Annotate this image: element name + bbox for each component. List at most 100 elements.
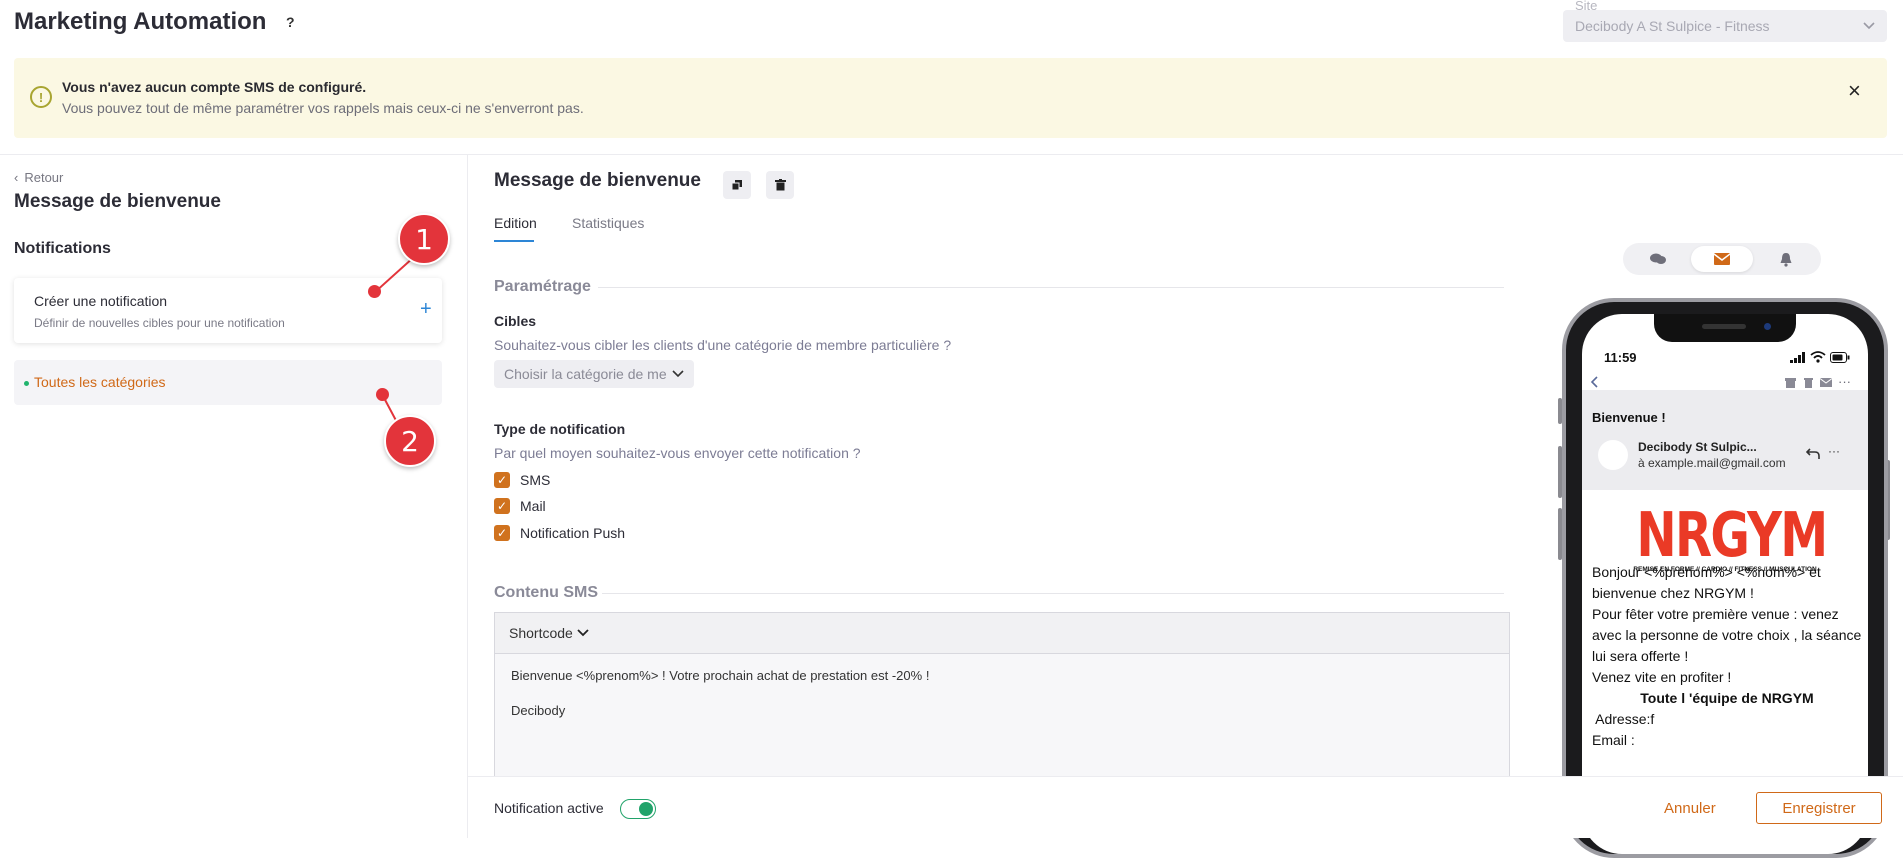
checkbox-push-label: Notification Push [520, 525, 626, 541]
shortcode-dropdown[interactable]: Shortcode [509, 625, 589, 641]
checkbox-mail[interactable]: ✓ Mail [494, 498, 546, 514]
trash-icon[interactable] [1804, 377, 1813, 388]
checkbox-push[interactable]: ✓ Notification Push [494, 525, 625, 541]
delete-button[interactable] [766, 171, 794, 199]
logo-text: NRGYM [1636, 499, 1828, 572]
toggle-knob [639, 802, 653, 816]
create-notification-subtitle: Définir de nouvelles cibles pour une not… [34, 316, 285, 330]
cibles-help: Souhaitez-vous cibler les clients d'une … [494, 337, 952, 353]
plus-icon[interactable]: + [420, 298, 432, 321]
sms-warning-alert: ! Vous n'avez aucun compte SMS de config… [14, 58, 1887, 138]
chat-bubbles-icon [1650, 253, 1666, 264]
battery-icon [1830, 352, 1850, 363]
create-notification-title: Créer une notification [34, 293, 168, 309]
save-button[interactable]: Enregistrer [1756, 792, 1882, 824]
bell-icon [1780, 252, 1792, 267]
notification-active-label: Notification active [494, 800, 604, 816]
sms-line: Bienvenue <%prenom%> ! Votre prochain ac… [511, 668, 930, 683]
shortcode-label: Shortcode [509, 625, 573, 641]
mail-subject: Bienvenue ! [1592, 410, 1666, 425]
back-link-label: Retour [24, 170, 64, 185]
alert-title: Vous n'avez aucun compte SMS de configur… [62, 79, 367, 95]
tab-edition[interactable]: Edition [494, 215, 537, 231]
phone-screen: 11:59 ··· Bienvenue ! Decibody St Sulpic… [1582, 314, 1868, 854]
automation-title: Message de bienvenue [14, 191, 221, 212]
cibles-label: Cibles [494, 313, 537, 329]
chevron-down-icon [672, 370, 684, 378]
archive-icon[interactable] [1785, 378, 1796, 388]
checkbox-sms[interactable]: ✓ SMS [494, 472, 550, 488]
sms-editor: Shortcode Bienvenue <%prenom%> ! Votre p… [494, 612, 1510, 777]
left-panel: ‹ Retour Message de bienvenue Notificatio… [0, 155, 468, 838]
copy-icon [731, 180, 742, 191]
trash-icon [774, 179, 786, 191]
checkbox-mail-label: Mail [520, 498, 546, 514]
tab-statistiques[interactable]: Statistiques [572, 215, 644, 231]
mail-body: Bonjour <%prenom%> <%nom%> et bienvenue … [1592, 562, 1862, 751]
tab-preview-push[interactable] [1755, 246, 1817, 272]
editor-toolbar: Shortcode [495, 613, 1509, 654]
message-title: Message de bienvenue [494, 170, 701, 191]
chevron-down-icon [1863, 22, 1875, 30]
checkmark-icon: ✓ [494, 525, 510, 541]
cancel-button[interactable]: Annuler [1664, 800, 1716, 817]
parametrage-heading: Paramétrage [494, 278, 591, 295]
category-select-value: Choisir la catégorie de me [504, 366, 667, 382]
sms-text-area[interactable]: Bienvenue <%prenom%> ! Votre prochain ac… [495, 654, 1509, 777]
status-dot [24, 381, 29, 386]
section-divider [598, 287, 1504, 288]
camera-icon [1764, 323, 1771, 330]
sender-name: Decibody St Sulpic... [1638, 440, 1757, 454]
mail-body-line: Pour fêter votre première venue : venez … [1592, 606, 1862, 664]
more-icon[interactable]: ··· [1828, 444, 1840, 458]
help-icon[interactable]: ? [286, 14, 295, 30]
phone-notch [1654, 314, 1796, 342]
tab-preview-sms[interactable] [1627, 246, 1689, 272]
notification-type-help: Par quel moyen souhaitez-vous envoyer ce… [494, 445, 861, 461]
mail-body-line: Venez vite en profiter ! [1592, 669, 1732, 685]
notification-type-label: Type de notification [494, 421, 626, 437]
wifi-icon [1810, 351, 1826, 363]
notification-active-toggle[interactable] [620, 799, 656, 819]
sms-line: Decibody [511, 703, 566, 718]
speaker [1702, 324, 1746, 329]
category-select[interactable]: Choisir la catégorie de me [494, 360, 694, 388]
marker-1: 1 [398, 213, 450, 265]
back-link[interactable]: ‹ Retour [14, 170, 63, 185]
mail-body-line: Bonjour <%prenom%> <%nom%> et bienvenue … [1592, 564, 1821, 601]
reply-icon[interactable] [1806, 448, 1820, 460]
avatar [1598, 440, 1628, 470]
checkmark-icon: ✓ [494, 472, 510, 488]
marker-2: 2 [384, 415, 436, 467]
tab-preview-mail[interactable] [1691, 246, 1753, 272]
site-select-value: Decibody A St Sulpice - Fitness [1575, 18, 1770, 34]
sms-content-heading: Contenu SMS [494, 584, 598, 601]
preview-channel-tabs [1623, 243, 1821, 275]
mail-body-signature: Toute l 'équipe de NRGYM [1640, 690, 1814, 706]
envelope-icon [1714, 253, 1730, 265]
chevron-left-icon: ‹ [14, 170, 19, 185]
chevron-down-icon [577, 629, 589, 637]
active-tab-indicator [494, 240, 534, 242]
more-icon[interactable]: ··· [1838, 374, 1851, 389]
marker-2-dot [376, 388, 389, 401]
envelope-icon[interactable] [1820, 378, 1832, 387]
site-select[interactable]: Decibody A St Sulpice - Fitness [1563, 10, 1887, 42]
checkbox-sms-label: SMS [520, 472, 551, 488]
section-divider [602, 593, 1504, 594]
close-icon[interactable]: × [1848, 78, 1861, 104]
logo: NRGYM REMISE EN FORME // CARDIO // FITNE… [1622, 499, 1828, 573]
mail-body-line: Adresse:f [1592, 711, 1655, 727]
chevron-left-icon[interactable] [1590, 376, 1598, 388]
duplicate-button[interactable] [723, 171, 751, 199]
signal-icon [1790, 352, 1805, 363]
notifications-heading: Notifications [14, 240, 111, 257]
status-bar-clock: 11:59 [1604, 350, 1637, 365]
checkmark-icon: ✓ [494, 498, 510, 514]
footer-bar: Notification active Annuler Enregistrer [468, 776, 1903, 838]
page-title: Marketing Automation [14, 8, 267, 35]
warning-icon: ! [30, 86, 52, 108]
phone-preview: 11:59 ··· Bienvenue ! Decibody St Sulpic… [1562, 298, 1888, 858]
marker-1-dot [368, 285, 381, 298]
mail-body-line: Email : [1592, 732, 1635, 748]
